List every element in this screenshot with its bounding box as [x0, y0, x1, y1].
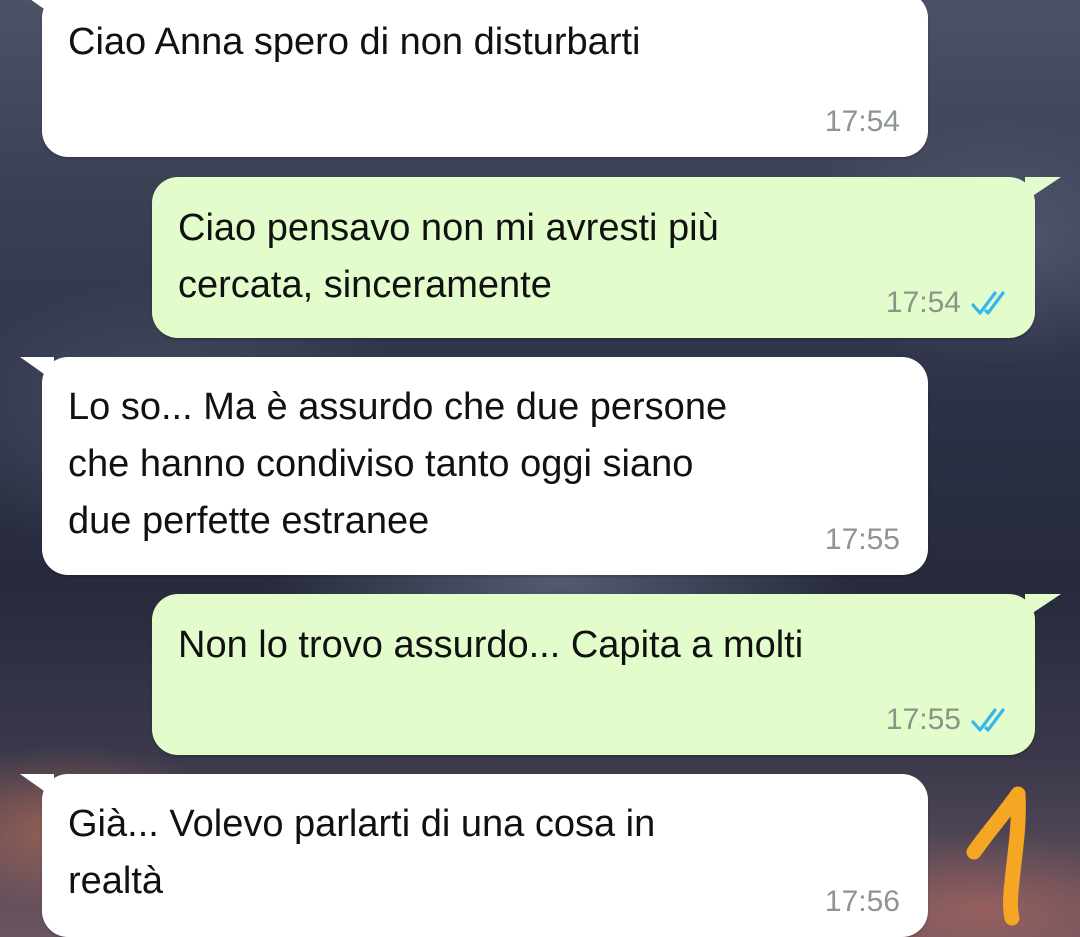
- outgoing-message-bubble[interactable]: Non lo trovo assurdo... Capita a molti 1…: [152, 594, 1061, 755]
- message-text: Ciao pensavo non mi avresti più cercata,…: [178, 207, 719, 306]
- message-time: 17:55: [885, 703, 961, 736]
- incoming-message-bubble[interactable]: Già... Volevo parlarti di una cosa in re…: [20, 774, 928, 937]
- message-timestamp: 17:56: [825, 885, 900, 919]
- message-time: 17:55: [824, 523, 900, 556]
- message-text: Non lo trovo assurdo... Capita a molti: [178, 624, 804, 666]
- message-timestamp: 17:54: [886, 286, 1013, 320]
- read-double-tick-icon: [971, 291, 1005, 315]
- handwritten-number-one-annotation: [966, 786, 1026, 926]
- message-time: 17:54: [824, 105, 900, 138]
- message-timestamp: 17:55: [886, 703, 1013, 737]
- message-timestamp: 17:54: [825, 105, 900, 139]
- outgoing-message-bubble[interactable]: Ciao pensavo non mi avresti più cercata,…: [152, 177, 1061, 338]
- message-time: 17:56: [824, 885, 900, 918]
- message-text: Già... Volevo parlarti di una cosa in re…: [68, 803, 656, 902]
- message-text: Ciao Anna spero di non disturbarti: [68, 21, 641, 63]
- incoming-message-bubble[interactable]: Ciao Anna spero di non disturbarti 17:54: [20, 0, 928, 157]
- message-time: 17:54: [885, 286, 961, 319]
- read-double-tick-icon: [971, 708, 1005, 732]
- message-text: Lo so... Ma è assurdo che due persone ch…: [68, 386, 728, 542]
- message-timestamp: 17:55: [825, 523, 900, 557]
- chat-conversation: Ciao Anna spero di non disturbarti 17:54…: [0, 0, 1080, 937]
- incoming-message-bubble[interactable]: Lo so... Ma è assurdo che due persone ch…: [20, 357, 928, 575]
